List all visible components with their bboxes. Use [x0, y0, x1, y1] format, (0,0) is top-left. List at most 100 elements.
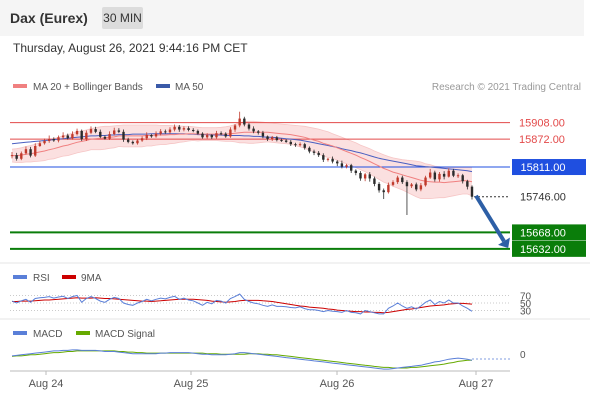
copyright-text: Research © 2021 Trading Central — [432, 82, 581, 93]
candle-body — [196, 130, 200, 134]
candle-body — [303, 144, 306, 148]
candle-body — [243, 118, 246, 125]
candle-body — [108, 134, 111, 139]
ma50-legend-label: MA 50 — [175, 82, 204, 93]
candle-body — [275, 137, 279, 141]
candle-body — [159, 131, 162, 134]
candle-body — [345, 165, 348, 167]
rsi-legend-label: RSI — [33, 273, 50, 284]
candle-body — [85, 132, 88, 140]
candle-body — [470, 186, 474, 197]
candle-body — [452, 170, 455, 176]
rsi-ma-legend-label: 9MA — [81, 273, 102, 284]
candle-body — [66, 135, 69, 139]
candle-body — [415, 184, 418, 190]
candle-body — [377, 183, 381, 191]
candle-body — [284, 140, 288, 142]
candle-body — [178, 126, 181, 130]
candle-body — [187, 128, 190, 130]
candle-body — [34, 146, 37, 156]
candle-body — [219, 133, 223, 135]
candle-body — [201, 133, 204, 138]
candle-body — [224, 133, 227, 137]
candle-body — [24, 149, 28, 154]
candle-body — [103, 136, 107, 139]
candle-body — [294, 144, 297, 146]
candle-body — [182, 128, 186, 130]
candle-body — [145, 135, 148, 139]
candle-body — [75, 130, 79, 135]
x-tick-label: Aug 26 — [320, 378, 355, 390]
candle-body — [52, 139, 56, 141]
candle-body — [349, 165, 353, 171]
candle-body — [215, 133, 218, 138]
candle-body — [289, 141, 292, 145]
candle-body — [38, 143, 42, 146]
candle-body — [387, 184, 390, 193]
candle-body — [117, 130, 121, 132]
candle-body — [150, 135, 153, 137]
candle-body — [391, 182, 395, 185]
candle-body — [247, 124, 251, 129]
macd-legend-label: MACD — [33, 329, 62, 340]
candle-body — [405, 182, 409, 187]
candle-body — [326, 158, 330, 160]
candle-body — [428, 172, 432, 178]
candle-body — [136, 140, 139, 144]
candle-body — [99, 131, 102, 137]
x-axis-ticks: Aug 24 Aug 25 Aug 26 Aug 27 — [29, 371, 494, 390]
candle-body — [456, 175, 460, 177]
candle-body — [466, 181, 469, 187]
candle-body — [113, 130, 116, 135]
rsi-ma-legend-swatch — [62, 275, 76, 279]
candle-body — [382, 190, 385, 193]
candle-body — [131, 141, 135, 144]
candle-body — [271, 137, 274, 140]
candle-body — [233, 125, 237, 130]
ma20-legend-swatch — [13, 84, 27, 88]
candle-body — [89, 129, 93, 133]
candle-body — [229, 129, 232, 137]
candle-body — [10, 155, 14, 157]
candle-body — [354, 170, 358, 173]
candle-body — [447, 170, 450, 177]
candle-body — [210, 135, 213, 138]
candle-body — [410, 184, 413, 187]
macd-zero-label: 0 — [520, 350, 526, 361]
candle-body — [122, 131, 125, 140]
candle-body — [340, 163, 344, 167]
candle-body — [331, 158, 334, 162]
pivot-label: 15811.00 — [520, 162, 565, 174]
candle-body — [15, 155, 18, 159]
candle-body — [43, 140, 46, 144]
candle-body — [47, 139, 51, 141]
candle-body — [238, 118, 241, 126]
candle-body — [252, 128, 255, 132]
ma50-legend-swatch — [156, 84, 170, 88]
candle-body — [424, 177, 427, 186]
x-tick-label: Aug 27 — [459, 378, 494, 390]
resistance-label: 15908.00 — [519, 118, 565, 130]
x-tick-label: Aug 24 — [29, 378, 64, 390]
candle-body — [261, 132, 265, 137]
candle-body — [140, 138, 144, 141]
ma20-legend-label: MA 20 + Bollinger Bands — [33, 82, 143, 93]
candle-body — [126, 139, 130, 142]
candle-body — [61, 135, 65, 138]
macd-signal-line — [11, 350, 472, 369]
candle-body — [94, 129, 97, 132]
candle-body — [312, 151, 316, 153]
candle-body — [438, 173, 441, 180]
support-label: 15668.00 — [520, 227, 566, 239]
rsi-level-label: 30 — [520, 307, 532, 318]
candle-body — [396, 177, 399, 183]
candle-body — [336, 161, 339, 164]
candle-body — [368, 174, 371, 179]
candle-body — [71, 134, 74, 139]
candle-body — [373, 178, 376, 184]
support-label: 15632.00 — [520, 244, 566, 256]
candle-body — [298, 144, 302, 146]
macd-legend-swatch — [13, 331, 27, 335]
rsi-line — [11, 293, 473, 315]
candle-body — [164, 131, 167, 133]
